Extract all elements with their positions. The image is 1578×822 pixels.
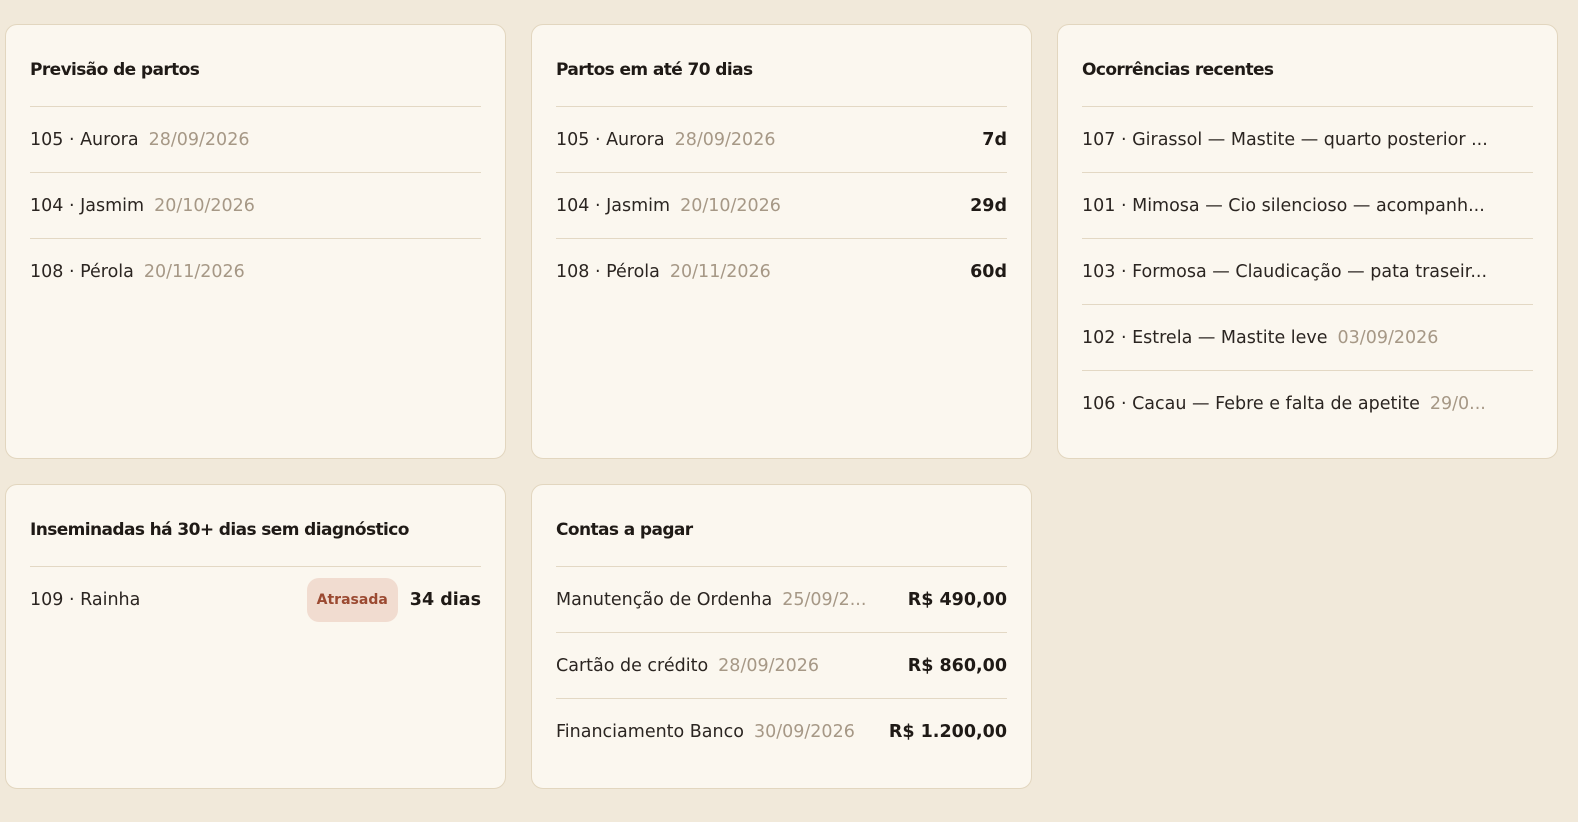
list-item[interactable]: 104 · Jasmim 20/10/2026 [30,173,481,239]
date-label: 30/09/2026 [753,721,855,742]
list-item[interactable]: Financiamento Banco 30/09/2026 R$ 1.200,0… [556,699,1007,764]
status-badge: Atrasada [306,577,398,622]
list-item[interactable]: 109 · Rainha Atrasada 34 dias [30,567,481,632]
date-label: 25/09/2... [782,589,867,610]
animal-label: 108 · Pérola [30,261,134,282]
list-item[interactable]: Manutenção de Ordenha 25/09/2... R$ 490,0… [556,567,1007,633]
card-ocorrencias-recentes: Ocorrências recentes 107 · Girassol — Ma… [1057,24,1558,459]
list-item[interactable]: 107 · Girassol — Mastite — quarto poster… [1082,107,1533,173]
card-partos-70-dias: Partos em até 70 dias 105 · Aurora 28/09/… [531,24,1032,459]
list-item[interactable]: Cartão de crédito 28/09/2026 R$ 860,00 [556,633,1007,699]
animal-label: 105 · Aurora [30,129,139,150]
date-label: 28/09/2026 [718,655,820,676]
bill-amount: R$ 1.200,00 [888,721,1007,742]
card-title: Ocorrências recentes [1082,25,1533,107]
list-item[interactable]: 105 · Aurora 28/09/2026 [30,107,481,173]
list-item[interactable]: 105 · Aurora 28/09/2026 7d [556,107,1007,173]
occurrence-label: 102 · Estrela — Mastite leve [1082,327,1328,348]
dashboard-grid: Previsão de partos 105 · Aurora 28/09/202… [5,24,1558,789]
card-title: Partos em até 70 dias [556,25,1007,107]
card-previsao-partos: Previsão de partos 105 · Aurora 28/09/202… [5,24,506,459]
animal-label: 105 · Aurora [556,129,665,150]
days-remaining: 29d [970,195,1007,216]
bill-label: Financiamento Banco [556,721,744,742]
card-contas-a-pagar: Contas a pagar Manutenção de Ordenha 25/0… [531,484,1032,789]
date-label: 20/11/2026 [143,261,245,282]
occurrence-label: 106 · Cacau — Febre e falta de apetite [1082,393,1420,414]
card-title: Previsão de partos [30,25,481,107]
occurrence-label: 107 · Girassol — Mastite — quarto poster… [1082,129,1488,150]
animal-label: 109 · Rainha [30,589,141,610]
days-remaining: 7d [982,129,1007,150]
card-title: Inseminadas há 30+ dias sem diagnóstico [30,485,481,567]
list-item[interactable]: 103 · Formosa — Claudicação — pata trase… [1082,239,1533,305]
list-item[interactable]: 102 · Estrela — Mastite leve 03/09/2026 [1082,305,1533,371]
occurrence-label: 101 · Mimosa — Cio silencioso — acompanh… [1082,195,1485,216]
bill-amount: R$ 490,00 [907,589,1007,610]
days-since-insemination: 34 dias [409,589,481,610]
bill-label: Manutenção de Ordenha [556,589,773,610]
animal-label: 104 · Jasmim [30,195,145,216]
animal-label: 104 · Jasmim [556,195,671,216]
occurrence-label: 103 · Formosa — Claudicação — pata trase… [1082,261,1488,282]
date-label: 28/09/2026 [674,129,776,150]
list-item[interactable]: 106 · Cacau — Febre e falta de apetite 29… [1082,371,1533,436]
date-label: 28/09/2026 [148,129,250,150]
animal-label: 108 · Pérola [556,261,660,282]
list-item[interactable]: 104 · Jasmim 20/10/2026 29d [556,173,1007,239]
bill-amount: R$ 860,00 [907,655,1007,676]
date-label: 29/0... [1429,393,1486,414]
days-remaining: 60d [970,261,1007,282]
date-label: 20/11/2026 [669,261,771,282]
list-item[interactable]: 108 · Pérola 20/11/2026 [30,239,481,304]
list-item[interactable]: 108 · Pérola 20/11/2026 60d [556,239,1007,304]
card-title: Contas a pagar [556,485,1007,567]
bill-label: Cartão de crédito [556,655,709,676]
date-label: 20/10/2026 [154,195,255,216]
date-label: 20/10/2026 [680,195,781,216]
list-item[interactable]: 101 · Mimosa — Cio silencioso — acompanh… [1082,173,1533,239]
date-label: 03/09/2026 [1337,327,1439,348]
card-inseminadas-sem-diagnostico: Inseminadas há 30+ dias sem diagnóstico … [5,484,506,789]
